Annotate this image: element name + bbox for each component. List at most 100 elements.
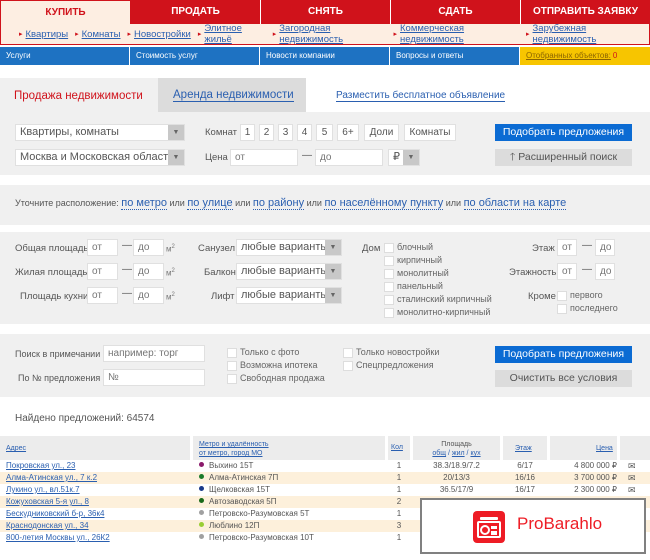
tab-rent-link[interactable]: Аренда недвижимости: [173, 89, 294, 102]
balcony-select[interactable]: любые варианты ▼: [236, 263, 342, 280]
except-label: Кроме: [528, 291, 556, 302]
sort-metro[interactable]: Метро и удалённость: [199, 441, 269, 448]
floors-to[interactable]: [595, 263, 615, 280]
address-link[interactable]: Покровская ул., 23: [6, 461, 76, 470]
floors-from[interactable]: [557, 263, 577, 280]
subnav-commercial[interactable]: Коммерческая недвижимость: [400, 23, 519, 45]
subnav-country[interactable]: Загородная недвижимость: [279, 23, 386, 45]
rooms-4[interactable]: 4: [297, 124, 312, 141]
location-by-map[interactable]: по области на карте: [463, 197, 567, 210]
nav-news[interactable]: Новости компании: [260, 47, 390, 65]
house-block-checkbox[interactable]: [384, 243, 394, 253]
table-row[interactable]: Алма-Атинская ул., 7 к.2 Алма-Атинская 7П…: [0, 472, 650, 484]
tab-sale[interactable]: Продажа недвижимости: [0, 78, 158, 112]
sort-area-kitchen[interactable]: кух: [470, 450, 480, 457]
living-area-to[interactable]: [133, 263, 164, 280]
location-by-street[interactable]: по улице: [187, 197, 233, 210]
free-sale-checkbox[interactable]: [227, 374, 237, 384]
subnav-elite[interactable]: Элитное жильё: [204, 23, 265, 45]
house-stalin-checkbox[interactable]: [384, 295, 394, 305]
address-link[interactable]: 800-летия Москвы ул., 26К2: [6, 533, 110, 542]
region-select[interactable]: Москва и Московская область ▼: [15, 149, 185, 166]
bathroom-select[interactable]: любые варианты ▼: [236, 239, 342, 256]
address-link[interactable]: Алма-Атинская ул., 7 к.2: [6, 473, 97, 482]
search-button-bottom[interactable]: Подобрать предложения: [495, 346, 632, 363]
kitchen-area-to[interactable]: [133, 287, 164, 304]
rooms-5[interactable]: 5: [316, 124, 333, 141]
nav-tab-sell[interactable]: ПРОДАТЬ: [131, 0, 261, 24]
probarahlo-banner[interactable]: ProBarahlo: [420, 498, 646, 554]
location-by-district[interactable]: по району: [252, 197, 305, 210]
kitchen-area-from[interactable]: [87, 287, 118, 304]
dash: —: [122, 288, 132, 299]
only-new-checkbox[interactable]: [343, 348, 353, 358]
offer-id-input[interactable]: [103, 369, 205, 386]
living-area-from[interactable]: [87, 263, 118, 280]
location-by-settlement[interactable]: по населённому пункту: [324, 197, 444, 210]
sort-area-living[interactable]: жил: [452, 450, 465, 457]
area-cell: 38.3/18.9/7.2: [433, 461, 480, 470]
message-icon[interactable]: ✉: [628, 484, 636, 496]
sort-price[interactable]: Цена: [596, 445, 613, 452]
price-from-input[interactable]: [230, 149, 298, 166]
nav-faq[interactable]: Вопросы и ответы: [390, 47, 520, 65]
nav-pricing[interactable]: Стоимость услуг: [130, 47, 260, 65]
subnav-rooms[interactable]: Комнаты: [82, 29, 121, 40]
floor-cell: 16/17: [514, 485, 536, 494]
sort-floor[interactable]: Этаж: [515, 445, 532, 452]
message-icon[interactable]: ✉: [628, 472, 636, 484]
clear-filters-button[interactable]: Очистить все условия: [495, 370, 632, 387]
favorites-link[interactable]: Отобранных объектов:: [526, 51, 611, 60]
rooms-1[interactable]: 1: [240, 124, 255, 141]
subnav-new-buildings[interactable]: Новостройки: [134, 29, 191, 40]
location-by-metro[interactable]: по метро: [121, 197, 167, 210]
sort-rooms[interactable]: Кол: [391, 444, 403, 451]
nav-services[interactable]: Услуги: [0, 47, 130, 65]
address-link[interactable]: Кожуховская 5-я ул., 8: [6, 497, 89, 506]
currency-select[interactable]: ₽ ▼: [388, 149, 420, 166]
price-to-input[interactable]: [315, 149, 383, 166]
note-search-input[interactable]: [103, 345, 205, 362]
floor-from[interactable]: [557, 239, 577, 256]
property-type-select[interactable]: Квартиры, комнаты ▼: [15, 124, 185, 141]
mortgage-checkbox[interactable]: [227, 361, 237, 371]
rooms-rooms[interactable]: Комнаты: [404, 124, 456, 141]
house-brick-checkbox[interactable]: [384, 256, 394, 266]
chevron-down-icon: ▼: [325, 240, 341, 255]
total-area-to[interactable]: [133, 239, 164, 256]
house-monolith-checkbox[interactable]: [384, 269, 394, 279]
post-ad-link[interactable]: Разместить бесплатное объявление: [336, 90, 506, 102]
rooms-3[interactable]: 3: [278, 124, 293, 141]
except-first-checkbox[interactable]: [557, 291, 567, 301]
special-offers-checkbox[interactable]: [343, 361, 353, 371]
table-row[interactable]: Лукино ул., вл.51к.7 Щелковская 15Т 1 36.5/…: [0, 484, 650, 496]
nav-tab-buy[interactable]: КУПИТЬ: [0, 0, 131, 24]
rooms-shares[interactable]: Доли: [364, 124, 399, 141]
house-monolith-brick-checkbox[interactable]: [384, 308, 394, 318]
nav-tab-send-request[interactable]: ОТПРАВИТЬ ЗАЯВКУ: [521, 0, 650, 24]
table-row[interactable]: Покровская ул., 23 Выхино 15Т 1 38.3/18.9/7…: [0, 460, 650, 472]
search-button[interactable]: Подобрать предложения: [495, 124, 632, 141]
address-link[interactable]: Бескудниковский б-р, 36к4: [6, 509, 104, 518]
rooms-6plus[interactable]: 6+: [337, 124, 359, 141]
floor-to[interactable]: [595, 239, 615, 256]
currency-value: ₽: [393, 151, 400, 163]
address-link[interactable]: Лукино ул., вл.51к.7: [6, 485, 80, 494]
total-area-from[interactable]: [87, 239, 118, 256]
advanced-search-button[interactable]: 🡑 Расширенный поиск: [495, 149, 632, 166]
nav-tab-let[interactable]: СДАТЬ: [391, 0, 521, 24]
only-photo-checkbox[interactable]: [227, 348, 237, 358]
subnav-foreign[interactable]: Зарубежная недвижимость: [533, 23, 642, 45]
rooms-2[interactable]: 2: [259, 124, 274, 141]
subnav-apartments[interactable]: Квартиры: [26, 29, 69, 40]
sort-area-total[interactable]: общ: [432, 450, 446, 457]
elevator-select[interactable]: любые варианты ▼: [236, 287, 342, 304]
nav-tab-rent[interactable]: СНЯТЬ: [261, 0, 391, 24]
tab-rent[interactable]: Аренда недвижимости: [158, 78, 306, 112]
except-last-checkbox[interactable]: [557, 304, 567, 314]
house-panel-checkbox[interactable]: [384, 282, 394, 292]
message-icon[interactable]: ✉: [628, 460, 636, 472]
sort-metro-distance[interactable]: от метро, город МО: [199, 450, 262, 457]
sort-address[interactable]: Адрес: [6, 445, 26, 452]
address-link[interactable]: Краснодонская ул., 34: [6, 521, 89, 530]
